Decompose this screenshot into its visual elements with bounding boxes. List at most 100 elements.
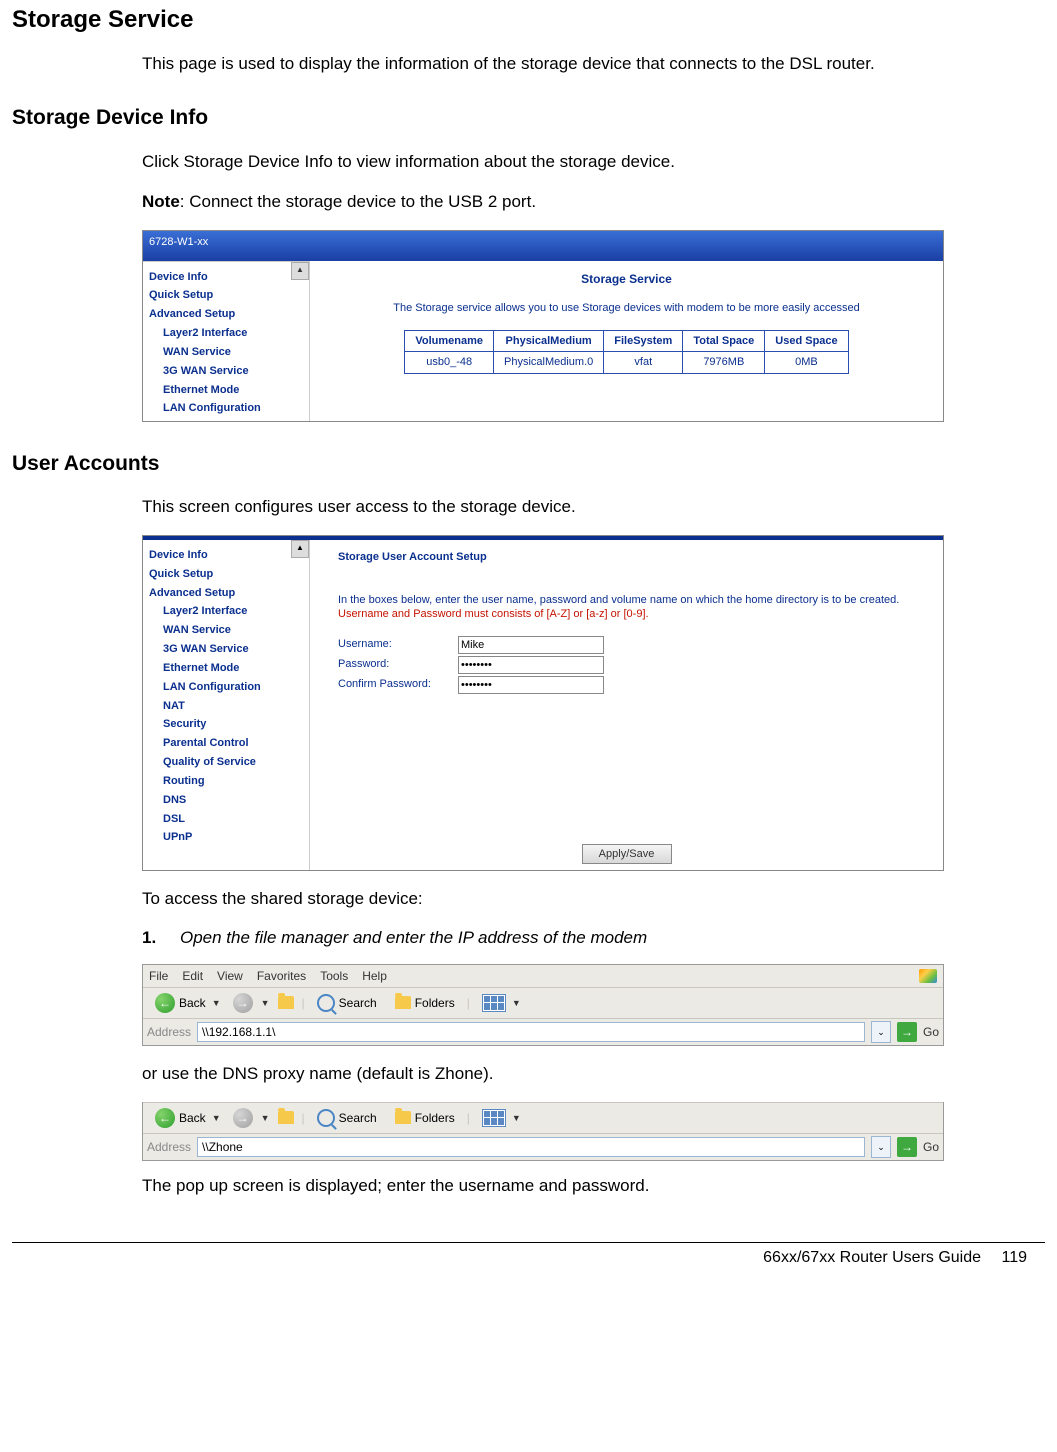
go-button[interactable]: → xyxy=(897,1137,917,1157)
sidebar-nav-2: ▲ Device Info Quick Setup Advanced Setup… xyxy=(143,540,310,870)
nav-advanced-setup[interactable]: Advanced Setup xyxy=(149,305,309,324)
nav2-ethernet[interactable]: Ethernet Mode xyxy=(163,659,309,678)
nav2-parental[interactable]: Parental Control xyxy=(163,734,309,753)
address-label: Address xyxy=(147,1024,191,1040)
search-icon xyxy=(317,994,335,1012)
note-label: Note xyxy=(142,192,180,211)
menu-favorites[interactable]: Favorites xyxy=(257,968,306,984)
th-volumename: Volumename xyxy=(405,330,494,352)
td-usedspace: 0MB xyxy=(765,352,848,374)
address-input-2[interactable] xyxy=(197,1137,865,1157)
back-arrow-icon: ← xyxy=(155,1108,175,1128)
or-paragraph: or use the DNS proxy name (default is Zh… xyxy=(142,1063,1035,1086)
nav2-dns[interactable]: DNS xyxy=(163,791,309,810)
forward-button[interactable]: → xyxy=(233,993,253,1013)
folders-label: Folders xyxy=(415,995,455,1011)
address-bar: Address ⌄ → Go xyxy=(143,1018,943,1045)
up-folder-button[interactable] xyxy=(276,1108,296,1128)
nav2-routing[interactable]: Routing xyxy=(163,772,309,791)
intro-paragraph: This page is used to display the informa… xyxy=(142,53,1035,76)
folder-icon xyxy=(395,996,411,1009)
chevron-down-icon[interactable]: ▼ xyxy=(261,997,270,1009)
nav2-layer2[interactable]: Layer2 Interface xyxy=(163,602,309,621)
nav2-security[interactable]: Security xyxy=(163,715,309,734)
address-dropdown-button[interactable]: ⌄ xyxy=(871,1136,891,1158)
th-usedspace: Used Space xyxy=(765,330,848,352)
explorer-window-1: File Edit View Favorites Tools Help ← Ba… xyxy=(142,964,944,1046)
back-label: Back xyxy=(179,995,206,1011)
td-physicalmedium: PhysicalMedium.0 xyxy=(493,352,603,374)
address-dropdown-button[interactable]: ⌄ xyxy=(871,1021,891,1043)
nav-wan-service[interactable]: WAN Service xyxy=(163,343,309,362)
back-arrow-icon: ← xyxy=(155,993,175,1013)
th-totalspace: Total Space xyxy=(683,330,765,352)
search-button[interactable]: Search xyxy=(311,1107,383,1129)
nav2-device-info[interactable]: Device Info xyxy=(149,546,309,565)
footer-page-number: 119 xyxy=(1001,1249,1027,1266)
nav2-dsl[interactable]: DSL xyxy=(163,810,309,829)
explorer-toolbar-2: ← Back ▼ → ▼ | Search Folders | xyxy=(143,1102,943,1133)
sidebar-nav: ▲ Device Info Quick Setup Advanced Setup… xyxy=(143,261,310,421)
address-bar-2: Address ⌄ → Go xyxy=(143,1133,943,1160)
menu-help[interactable]: Help xyxy=(362,968,387,984)
th-filesystem: FileSystem xyxy=(604,330,683,352)
search-button[interactable]: Search xyxy=(311,992,383,1014)
go-button[interactable]: → xyxy=(897,1022,917,1042)
input-confirm-password[interactable] xyxy=(458,676,604,694)
nav-3g-wan[interactable]: 3G WAN Service xyxy=(163,362,309,381)
footer-title: 66xx/67xx Router Users Guide xyxy=(763,1249,981,1266)
access-paragraph: To access the shared storage device: xyxy=(142,888,1035,911)
nav-quick-setup[interactable]: Quick Setup xyxy=(149,286,309,305)
views-button[interactable]: ▼ xyxy=(476,1107,527,1129)
nav-ethernet-mode[interactable]: Ethernet Mode xyxy=(163,381,309,400)
nav2-wan[interactable]: WAN Service xyxy=(163,621,309,640)
nav2-upnp[interactable]: UPnP xyxy=(163,828,309,847)
input-password[interactable] xyxy=(458,656,604,674)
chevron-down-icon[interactable]: ▼ xyxy=(261,1112,270,1124)
screenshot-storage-service: 6728-W1-xx ▲ Device Info Quick Setup Adv… xyxy=(142,230,944,422)
popup-paragraph: The pop up screen is displayed; enter th… xyxy=(142,1175,1035,1198)
address-input[interactable] xyxy=(197,1022,865,1042)
storage-table: Volumename PhysicalMedium FileSystem Tot… xyxy=(404,330,848,375)
nav2-qos[interactable]: Quality of Service xyxy=(163,753,309,772)
input-username[interactable] xyxy=(458,636,604,654)
td-filesystem: vfat xyxy=(604,352,683,374)
label-password: Password: xyxy=(338,657,458,672)
nav2-3g[interactable]: 3G WAN Service xyxy=(163,640,309,659)
back-button[interactable]: ← Back ▼ xyxy=(149,1106,227,1130)
nav2-quick-setup[interactable]: Quick Setup xyxy=(149,565,309,584)
nav-layer2[interactable]: Layer2 Interface xyxy=(163,324,309,343)
page-footer: 66xx/67xx Router Users Guide 119 xyxy=(12,1242,1045,1283)
explorer-window-2: ← Back ▼ → ▼ | Search Folders | xyxy=(142,1102,944,1161)
search-icon xyxy=(317,1109,335,1127)
forward-button[interactable]: → xyxy=(233,1108,253,1128)
go-label: Go xyxy=(923,1139,939,1155)
nav-device-info[interactable]: Device Info xyxy=(149,268,309,287)
note-paragraph: Note: Connect the storage device to the … xyxy=(142,191,1035,214)
folders-label: Folders xyxy=(415,1110,455,1126)
up-folder-button[interactable] xyxy=(276,993,296,1013)
scroll-up-icon[interactable]: ▲ xyxy=(291,262,309,280)
address-label: Address xyxy=(147,1139,191,1155)
heading-user-accounts: User Accounts xyxy=(12,450,1045,478)
views-button[interactable]: ▼ xyxy=(476,992,527,1014)
nav2-advanced-setup[interactable]: Advanced Setup xyxy=(149,584,309,603)
menu-tools[interactable]: Tools xyxy=(320,968,348,984)
chevron-down-icon: ▼ xyxy=(512,1112,521,1124)
menu-file[interactable]: File xyxy=(149,968,168,984)
back-button[interactable]: ← Back ▼ xyxy=(149,991,227,1015)
window-titlebar: 6728-W1-xx xyxy=(143,231,943,261)
explorer-toolbar: ← Back ▼ → ▼ | Search Folders | xyxy=(143,987,943,1018)
step-1-number: 1. xyxy=(142,927,162,950)
scroll-up-icon[interactable]: ▲ xyxy=(291,540,309,558)
menu-edit[interactable]: Edit xyxy=(182,968,203,984)
folders-button[interactable]: Folders xyxy=(389,993,461,1013)
nav-lan-config[interactable]: LAN Configuration xyxy=(163,399,309,418)
menu-view[interactable]: View xyxy=(217,968,243,984)
search-label: Search xyxy=(339,995,377,1011)
apply-save-button[interactable]: Apply/Save xyxy=(582,844,672,864)
folder-up-icon xyxy=(278,1111,294,1124)
nav2-nat[interactable]: NAT xyxy=(163,697,309,716)
nav2-lan[interactable]: LAN Configuration xyxy=(163,678,309,697)
folders-button[interactable]: Folders xyxy=(389,1108,461,1128)
